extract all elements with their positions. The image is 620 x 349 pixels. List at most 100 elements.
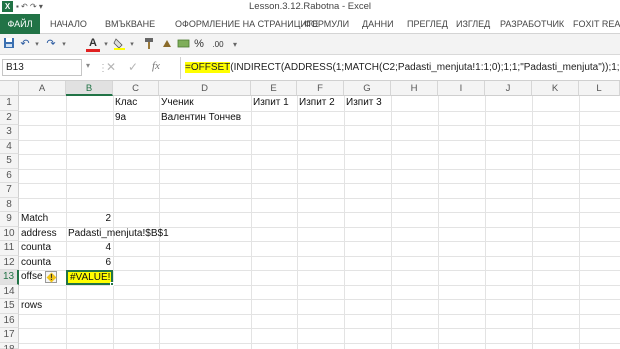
cell-d1[interactable]: Ученик [159,96,196,110]
column-header-e[interactable]: E [251,81,297,96]
tab-formulas[interactable]: ФОРМУЛИ [304,14,349,34]
undo-icon[interactable]: ↶ [18,37,32,52]
cell-a12[interactable]: counta [19,256,53,270]
row-header[interactable]: 8 [0,197,19,212]
tab-home[interactable]: НАЧАЛО [50,14,87,34]
decimal-icon[interactable]: .00 [209,37,227,52]
format-painter-icon[interactable] [142,37,156,52]
row-header[interactable]: 16 [0,313,19,328]
column-header-i[interactable]: I [438,81,485,96]
chevron-down-icon[interactable]: ▾ [60,37,68,52]
grid-line [344,96,345,349]
tab-page-layout[interactable]: ОФОРМЛЕНИЕ НА СТРАНИЦИТЕ [175,14,318,34]
quick-toolbar: ↶ ▾ ↷ ▾ A ▾ ▾ % .00 ▾ [0,34,620,55]
row-header[interactable]: 10 [0,226,19,241]
cell-b10[interactable]: Padasti_menjuta!$B$1 [66,227,171,241]
cell-c2[interactable]: 9а [113,111,128,125]
column-header-g[interactable]: G [344,81,391,96]
chevron-down-icon[interactable]: ▾ [102,37,110,52]
cell-a13[interactable]: offse [19,270,45,284]
cell-g1[interactable]: Изпит 3 [344,96,384,110]
grid-line [19,299,620,300]
currency-icon[interactable] [176,37,190,52]
tab-insert[interactable]: ВМЪКВАНЕ [105,14,155,34]
row-header[interactable]: 12 [0,255,19,270]
column-header-b[interactable]: B [66,81,113,96]
grid-line [19,139,620,141]
column-header-c[interactable]: C [113,81,159,96]
fill-handle[interactable] [110,282,114,286]
save-icon[interactable] [2,37,16,52]
font-color-icon[interactable]: A [86,37,100,52]
active-cell-b13[interactable]: #VALUE! [66,270,113,285]
name-box[interactable]: B13 [2,59,82,76]
grid-line [297,96,298,349]
cell-e1[interactable]: Изпит 1 [251,96,291,110]
row-header[interactable]: 14 [0,284,19,299]
cell-a15[interactable]: rows [19,299,44,313]
column-header-k[interactable]: K [532,81,579,96]
tab-file[interactable]: ФАЙЛ [0,14,40,34]
column-header-h[interactable]: H [391,81,438,96]
cell-a11[interactable]: counta [19,241,53,255]
cell-b11[interactable]: 4 [66,241,113,255]
row-header[interactable]: 5 [0,154,19,169]
grid-line [251,96,252,349]
row-header[interactable]: 6 [0,168,19,183]
row-header[interactable]: 18 [0,342,19,349]
grid-line [159,96,160,349]
formula-function-name: =OFFSET [185,62,231,73]
row-header[interactable]: 15 [0,299,19,314]
grid-line [19,197,620,199]
row-header[interactable]: 11 [0,241,19,256]
cell-a9[interactable]: Match [19,212,50,226]
row-header[interactable]: 3 [0,125,19,140]
row-header[interactable]: 13 [0,270,19,285]
row-header[interactable]: 9 [0,212,19,227]
grid-line [438,96,439,349]
cancel-icon[interactable]: ✕ [106,60,116,74]
tab-developer[interactable]: РАЗРАБОТЧИК [500,14,564,34]
cell-a10[interactable]: address [19,227,59,241]
insert-function-icon[interactable]: fx [152,60,160,72]
grid-line [579,96,580,349]
cell-f1[interactable]: Изпит 2 [297,96,337,110]
formula-input[interactable]: =OFFSET(INDIRECT(ADDRESS(1;MATCH(C2;Pada… [180,57,620,79]
fill-color-icon[interactable] [112,37,126,52]
grid-line [19,125,620,126]
tab-foxit-reader[interactable]: FOXIT READ [573,14,620,34]
customize-icon[interactable]: ▾ [230,37,240,52]
row-header[interactable]: 2 [0,110,19,125]
worksheet-grid[interactable]: A B C D E F G H I J K L 1 2 3 4 5 6 7 8 … [0,81,620,349]
chevron-down-icon[interactable]: ▾ [33,37,41,52]
error-warning-icon[interactable]: ! [45,271,57,283]
row-header[interactable]: 4 [0,139,19,154]
tab-review[interactable]: ПРЕГЛЕД [407,14,448,34]
cell-d2[interactable]: Валентин Тончев [159,111,243,125]
check-icon[interactable]: ✓ [128,60,138,74]
tab-data[interactable]: ДАННИ [362,14,394,34]
formula-arguments: (INDIRECT(ADDRESS(1;MATCH(C2;Padasti_men… [230,62,620,73]
cell-b9[interactable]: 2 [66,212,113,226]
column-header-j[interactable]: J [485,81,532,96]
grid-line [532,96,533,349]
column-header-a[interactable]: A [19,81,66,96]
cell-c1[interactable]: Клас [113,96,139,110]
percent-icon[interactable]: % [193,37,205,52]
row-header[interactable]: 17 [0,328,19,343]
column-header-d[interactable]: D [159,81,251,96]
chevron-down-icon[interactable]: ▾ [86,61,90,70]
tab-view[interactable]: ИЗГЛЕД [456,14,490,34]
grid-line [113,96,114,349]
column-header-f[interactable]: F [297,81,344,96]
row-header[interactable]: 1 [0,96,19,111]
row-header[interactable]: 7 [0,183,19,198]
title-bar: X ▪ ↶ ↷ ▾ Lesson.3.12.Rabotna - Excel [0,0,620,14]
bold-icon[interactable] [160,37,174,52]
chevron-down-icon[interactable]: ▾ [128,37,136,52]
cell-b12[interactable]: 6 [66,256,113,270]
window-title: Lesson.3.12.Rabotna - Excel [249,1,371,12]
redo-icon[interactable]: ↷ [44,37,58,52]
column-header-l[interactable]: L [579,81,620,96]
select-all-corner[interactable] [0,81,19,96]
